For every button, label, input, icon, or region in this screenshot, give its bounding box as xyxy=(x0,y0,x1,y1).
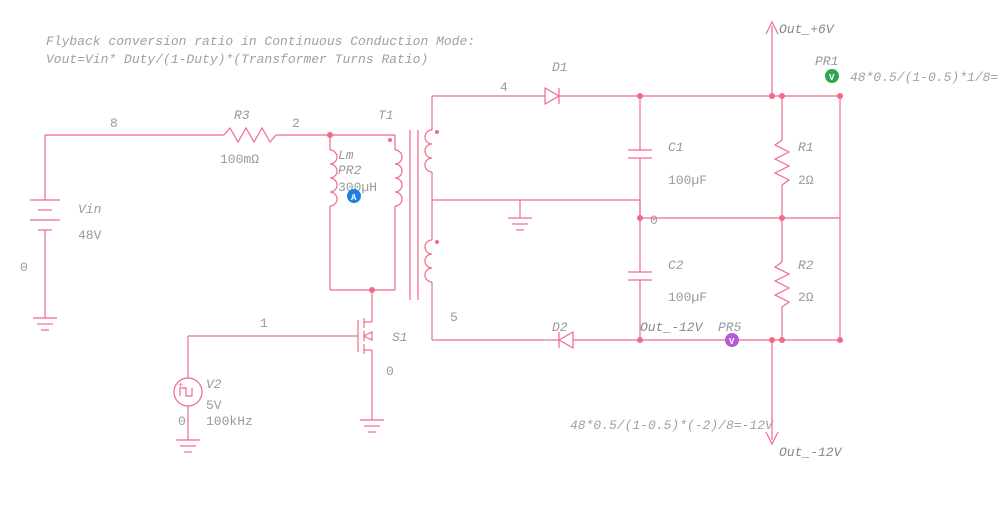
schematic-canvas: + xyxy=(0,0,998,510)
out-neg-arrow xyxy=(766,340,778,444)
svg-text:A: A xyxy=(351,193,357,203)
d1-symbol xyxy=(545,88,559,104)
vin-symbol xyxy=(30,135,60,300)
gnd-s1 xyxy=(360,380,384,432)
r1-symbol xyxy=(775,96,789,218)
pr1-probe: V xyxy=(825,69,839,83)
out-pos-arrow xyxy=(766,22,840,218)
svg-text:+: + xyxy=(178,381,183,391)
lm-symbol xyxy=(330,135,337,240)
svg-text:V: V xyxy=(729,337,735,347)
pr5-probe: V xyxy=(725,333,739,347)
pr2-probe: A xyxy=(347,189,361,203)
r2-symbol xyxy=(775,218,789,340)
v2-symbol: + xyxy=(174,378,202,406)
gnd-v2 xyxy=(176,440,200,452)
gnd-vin xyxy=(33,300,57,330)
r3-symbol xyxy=(224,128,276,142)
svg-text:V: V xyxy=(829,73,835,83)
c2-symbol xyxy=(628,218,652,340)
t1-symbol xyxy=(330,96,439,340)
d2-symbol xyxy=(559,332,573,348)
s1-symbol xyxy=(358,318,372,380)
gnd-sec xyxy=(508,218,532,230)
